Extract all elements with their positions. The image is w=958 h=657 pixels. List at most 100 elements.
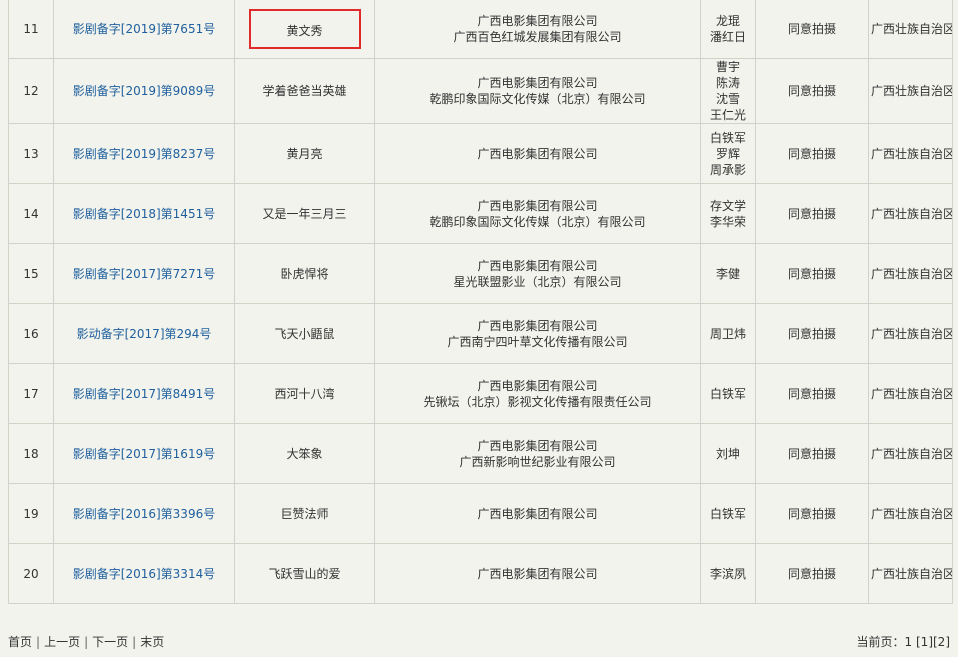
screenwriters-cell: 存文学 李华荣 [700, 183, 756, 244]
table-row: 14 影剧备字[2018]第1451号 又是一年三月三 广西电影集团有限公司 乾鹏印象国… [8, 183, 953, 244]
company-name: 广西百色红城发展集团有限公司 [453, 29, 622, 44]
record-number-link[interactable]: 影剧备字[2016]第3314号 [73, 567, 215, 581]
row-number: 14 [8, 183, 54, 244]
company-name: 星光联盟影业（北京）有限公司 [453, 274, 622, 289]
film-title: 学着爸爸当英雄 [262, 84, 347, 98]
film-title: 西河十八湾 [274, 386, 335, 401]
region-cell: 广西壮族自治区 [868, 123, 953, 184]
opinion-cell: 同意拍摄 [755, 0, 869, 59]
opinion-cell: 同意拍摄 [755, 303, 869, 364]
region-cell: 广西壮族自治区 [868, 58, 953, 124]
company-name: 广西电影集团有限公司 [477, 258, 598, 273]
film-title: 巨赞法师 [280, 506, 329, 521]
results-table: 11 影剧备字[2019]第7651号 黄文秀 广西电影集团有限公司 广西百色红城发展集… [8, 0, 953, 604]
page: 11 影剧备字[2019]第7651号 黄文秀 广西电影集团有限公司 广西百色红城发展集… [0, 0, 958, 657]
screenwriter-name: 沈雪 [715, 92, 740, 106]
table-row: 17 影剧备字[2017]第8491号 西河十八湾 广西电影集团有限公司 先锹坛（北京）… [8, 363, 953, 424]
row-number: 19 [8, 483, 54, 544]
opinion-cell: 同意拍摄 [755, 58, 869, 124]
company-name: 广西电影集团有限公司 [477, 506, 598, 521]
screenwriter-name: 存文学 [709, 198, 746, 213]
next-page-link[interactable]: 下一页 [92, 635, 128, 649]
region-cell: 广西壮族自治区 [868, 363, 953, 424]
table-row: 18 影剧备字[2017]第1619号 大笨象 广西电影集团有限公司 广西新影响世纪影业… [8, 423, 953, 484]
company-name: 广西电影集团有限公司 [477, 146, 598, 161]
current-page-number: 1 [904, 635, 913, 649]
film-title: 飞跃雪山的爱 [268, 566, 341, 581]
highlighted-film-title: 黄文秀 [248, 8, 361, 49]
opinion-cell: 同意拍摄 [755, 543, 869, 604]
companies-cell: 广西电影集团有限公司 广西百色红城发展集团有限公司 [374, 0, 701, 59]
film-title-cell: 又是一年三月三 [234, 183, 375, 244]
opinion-cell: 同意拍摄 [755, 243, 869, 304]
companies-cell: 广西电影集团有限公司 [374, 483, 701, 544]
table-row: 11 影剧备字[2019]第7651号 黄文秀 广西电影集团有限公司 广西百色红城发展集… [8, 0, 953, 59]
companies-cell: 广西电影集团有限公司 星光联盟影业（北京）有限公司 [374, 243, 701, 304]
prev-page-link[interactable]: 上一页 [44, 635, 80, 649]
record-number-link[interactable]: 影剧备字[2019]第9089号 [73, 84, 215, 98]
companies-cell: 广西电影集团有限公司 广西新影响世纪影业有限公司 [374, 423, 701, 484]
screenwriter-name: 刘坤 [715, 446, 740, 461]
table-row: 19 影剧备字[2016]第3396号 巨赞法师 广西电影集团有限公司 白铁军 同意拍摄广… [8, 483, 953, 544]
company-name: 广西电影集团有限公司 [477, 378, 598, 393]
record-number-link[interactable]: 影剧备字[2018]第1451号 [73, 207, 215, 221]
record-number-link[interactable]: 影剧备字[2019]第8237号 [73, 147, 215, 161]
screenwriter-name: 周承影 [709, 162, 746, 177]
screenwriter-name: 罗辉 [715, 146, 740, 161]
page-link-1[interactable]: [1] [916, 635, 933, 649]
record-number-cell: 影剧备字[2019]第7651号 [53, 0, 235, 59]
current-page-label: 当前页： [856, 635, 905, 649]
row-number: 17 [8, 363, 54, 424]
region-cell: 广西壮族自治区 [868, 0, 953, 59]
record-number-cell: 影剧备字[2016]第3314号 [53, 543, 235, 604]
companies-cell: 广西电影集团有限公司 [374, 543, 701, 604]
film-title-cell: 学着爸爸当英雄 [234, 58, 375, 124]
opinion-cell: 同意拍摄 [755, 483, 869, 544]
row-number: 13 [8, 123, 54, 184]
film-title-cell: 黄月亮 [234, 123, 375, 184]
record-number-link[interactable]: 影剧备字[2017]第7271号 [73, 267, 215, 281]
record-number-link[interactable]: 影剧备字[2016]第3396号 [73, 507, 215, 521]
film-title: 飞天小鼯鼠 [274, 326, 335, 341]
record-number-link[interactable]: 影剧备字[2019]第7651号 [73, 22, 215, 36]
opinion-cell: 同意拍摄 [755, 123, 869, 184]
region-cell: 广西壮族自治区 [868, 543, 953, 604]
table-row: 12 影剧备字[2019]第9089号 学着爸爸当英雄 广西电影集团有限公司 乾鹏印象国… [8, 58, 953, 124]
page-link-2[interactable]: [2] [933, 635, 950, 649]
screenwriter-name: 龙琨 [715, 13, 740, 28]
record-number-link[interactable]: 影剧备字[2017]第1619号 [73, 447, 215, 461]
company-name: 广西南宁四叶草文化传播有限公司 [447, 334, 628, 349]
first-page-link[interactable]: 首页 [8, 635, 32, 649]
screenwriters-cell: 龙琨 潘红日 [700, 0, 756, 59]
record-number-cell: 影剧备字[2019]第8237号 [53, 123, 235, 184]
pagination: 首页 | 上一页 | 下一页 | 末页 [8, 633, 164, 650]
companies-cell: 广西电影集团有限公司 [374, 123, 701, 184]
record-number-link[interactable]: 影剧备字[2017]第8491号 [73, 387, 215, 401]
screenwriter-name: 周卫炜 [709, 326, 746, 341]
screenwriter-name: 李健 [715, 266, 740, 281]
film-title-cell: 西河十八湾 [234, 363, 375, 424]
pager-separator: | [36, 635, 41, 649]
screenwriters-cell: 周卫炜 [700, 303, 756, 364]
table-row: 13 影剧备字[2019]第8237号 黄月亮 广西电影集团有限公司 白铁军 罗辉 周承影同… [8, 123, 953, 184]
company-name: 广西电影集团有限公司 [477, 76, 598, 90]
row-number: 16 [8, 303, 54, 364]
film-title-cell: 卧虎悍将 [234, 243, 375, 304]
film-title-cell: 飞天小鼯鼠 [234, 303, 375, 364]
film-title-cell: 大笨象 [234, 423, 375, 484]
screenwriter-name: 李华荣 [709, 214, 746, 229]
record-number-link[interactable]: 影动备字[2017]第294号 [77, 327, 212, 341]
record-number-cell: 影剧备字[2016]第3396号 [53, 483, 235, 544]
film-title: 黄月亮 [286, 146, 323, 161]
page-info: 当前页：1 [1][2] [857, 633, 950, 650]
company-name: 先锹坛（北京）影视文化传播有限责任公司 [423, 394, 652, 409]
screenwriters-cell: 白铁军 [700, 363, 756, 424]
table-row: 16 影动备字[2017]第294号 飞天小鼯鼠 广西电影集团有限公司 广西南宁四叶草文… [8, 303, 953, 364]
opinion-cell: 同意拍摄 [755, 423, 869, 484]
companies-cell: 广西电影集团有限公司 乾鹏印象国际文化传媒（北京）有限公司 [374, 58, 701, 124]
row-number: 18 [8, 423, 54, 484]
last-page-link[interactable]: 末页 [140, 635, 164, 649]
pager-separator: | [132, 635, 137, 649]
screenwriter-name: 潘红日 [709, 29, 746, 44]
film-title-cell: 黄文秀 [234, 0, 375, 59]
